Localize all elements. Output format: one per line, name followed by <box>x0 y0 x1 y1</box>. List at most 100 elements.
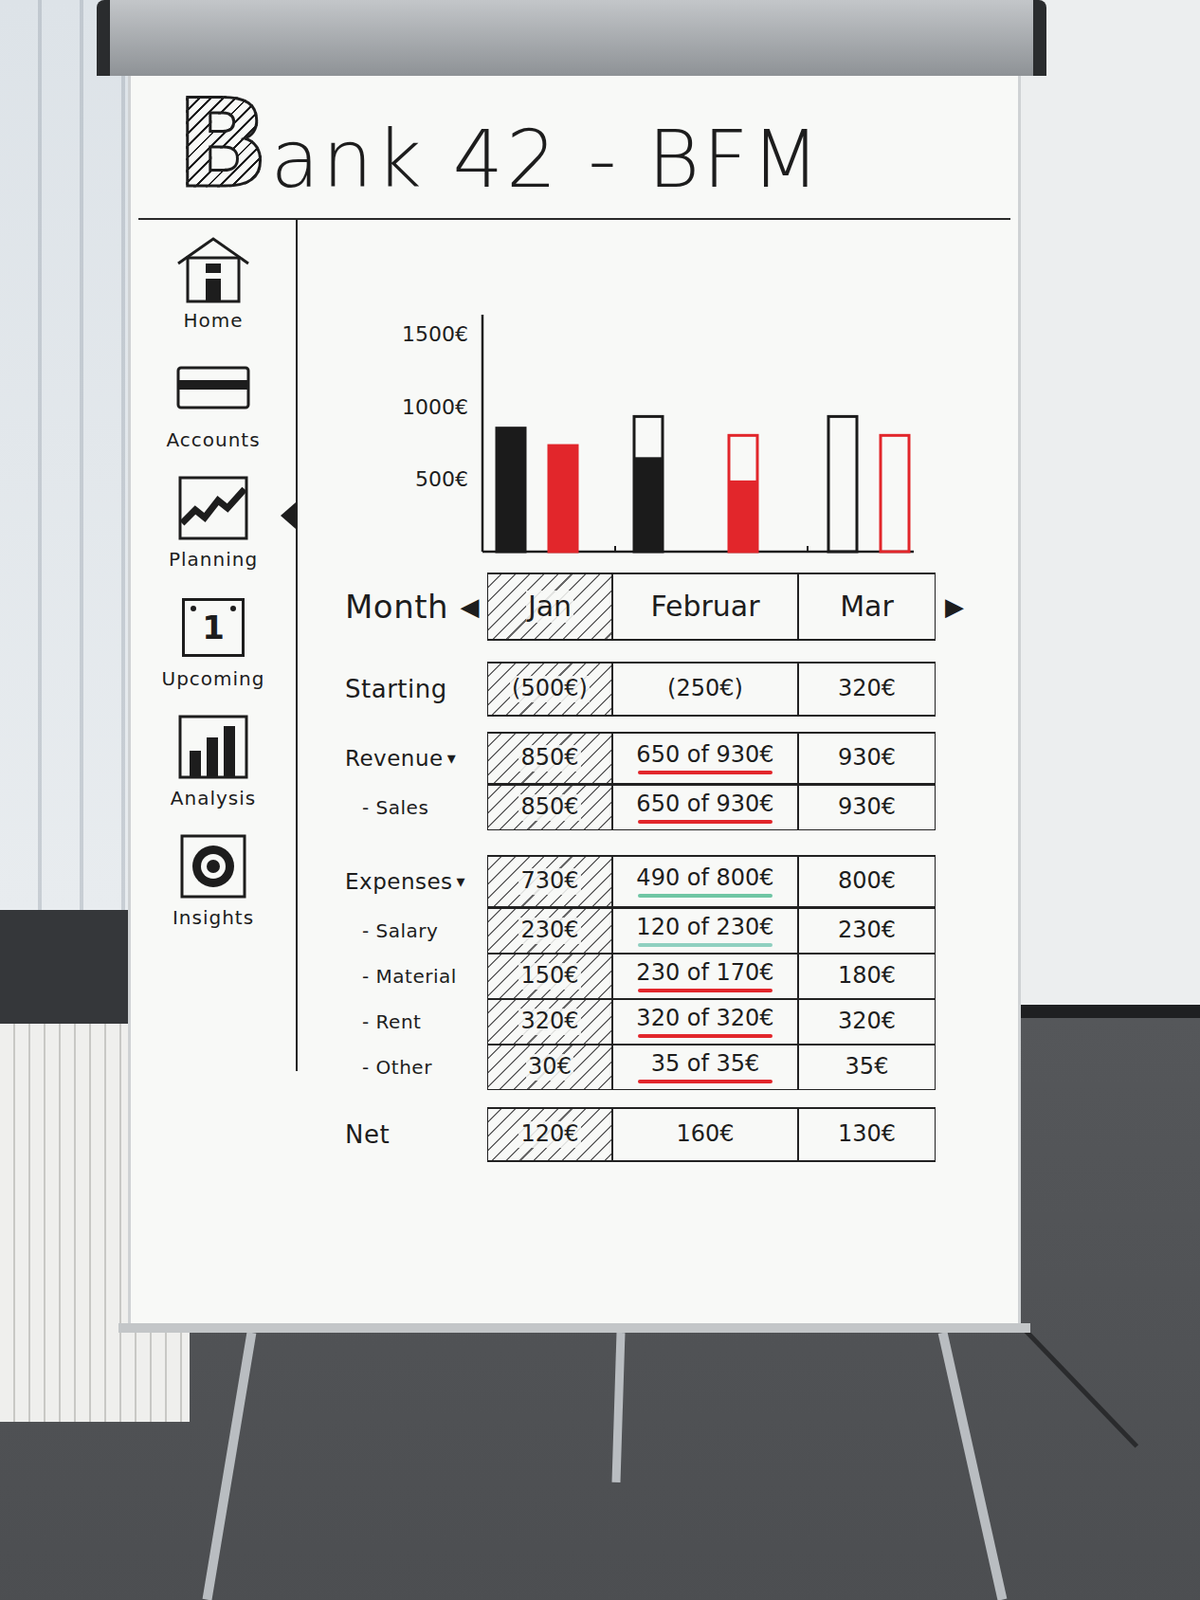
table-row: Starting(500€)(250€)320€ <box>345 661 1019 717</box>
value-cell: 180€ <box>798 953 936 1000</box>
value-cell: 230€ <box>487 908 613 954</box>
previous-month-button[interactable]: ◀ <box>460 594 481 619</box>
progress-underline <box>637 943 773 947</box>
value-cell: 650 of 930€ <box>612 784 799 831</box>
home-icon <box>174 235 253 304</box>
sidebar-label: Planning <box>168 547 258 571</box>
month-cell[interactable]: Februar <box>612 572 799 641</box>
value-cell: 35€ <box>798 1044 936 1091</box>
bar-chart-icon <box>174 712 253 782</box>
value-cell: 130€ <box>798 1107 936 1163</box>
row-group: Expenses▾730€490 of 800€800€- Salary230€… <box>345 854 1019 1091</box>
sidebar: Home Accounts Planning 1 Upcoming Analysis Ins… <box>130 219 298 1072</box>
value-cell: 320€ <box>798 999 936 1045</box>
calendar-icon: 1 <box>181 598 245 657</box>
axis-tick: 500€ <box>415 467 469 491</box>
row-label: - Other <box>345 1044 488 1091</box>
row-group: Starting(500€)(250€)320€ <box>345 661 1019 717</box>
expand-toggle[interactable]: ▾ <box>456 871 467 891</box>
month-row: Month◀JanFebruarMar▶ <box>345 572 1019 641</box>
value-cell: 120 of 230€ <box>612 908 799 954</box>
table-row: Revenue▾850€650 of 930€930€ <box>345 731 1019 785</box>
row-label: Expenses▾ <box>345 854 488 909</box>
row-label: Starting <box>345 661 488 717</box>
sidebar-item[interactable]: Insights <box>130 832 296 929</box>
progress-underline <box>637 819 773 824</box>
row-end <box>935 953 974 1000</box>
sidebar-item[interactable]: Planning <box>130 473 296 571</box>
row-end <box>935 1107 974 1163</box>
row-group: Net120€160€130€ <box>345 1107 1019 1163</box>
value-cell: 730€ <box>487 854 613 909</box>
axis-tick: 1500€ <box>401 322 469 346</box>
planning-panel: 1500€1000€500€Month◀JanFebruarMar▶Starti… <box>297 219 1019 1324</box>
value-cell: (500€) <box>487 661 613 717</box>
budget-table: Month◀JanFebruarMar▶Starting(500€)(250€)… <box>345 572 1019 1163</box>
y-axis <box>481 314 485 552</box>
progress-underline <box>637 1034 773 1038</box>
sidebar-item[interactable]: Accounts <box>130 354 296 452</box>
card-icon <box>174 354 253 423</box>
table-row: Expenses▾730€490 of 800€800€ <box>345 854 1019 909</box>
value-cell: 800€ <box>798 854 936 909</box>
value-cell: 320€ <box>798 661 936 717</box>
row-label: - Material <box>345 953 488 1000</box>
chart-bar <box>496 428 526 552</box>
month-cell[interactable]: Jan <box>487 572 613 641</box>
sidebar-label: Insights <box>172 906 255 929</box>
axis-tick: 1000€ <box>401 395 469 419</box>
table-row: - Salary230€120 of 230€230€ <box>345 908 1019 954</box>
sidebar-item[interactable]: 1 Upcoming <box>130 593 296 691</box>
scene: Bank 42 - BFM Home Accounts Planning 1 Upcomi… <box>0 0 1200 1600</box>
target-icon <box>174 832 253 901</box>
value-cell: 320 of 320€ <box>612 999 799 1045</box>
row-end <box>935 661 974 717</box>
table-row: - Other30€35 of 35€35€ <box>345 1044 1019 1091</box>
row-end <box>935 999 974 1045</box>
chart-bar <box>634 416 663 552</box>
progress-underline <box>637 988 773 993</box>
chart-bar <box>728 435 758 552</box>
sidebar-item[interactable]: Analysis <box>130 712 296 810</box>
flipchart-board: Bank 42 - BFM Home Accounts Planning 1 Upcomi… <box>127 75 1021 1324</box>
table-row: - Material150€230 of 170€180€ <box>345 953 1019 1000</box>
value-cell: 160€ <box>612 1107 799 1163</box>
sidebar-label: Analysis <box>170 786 256 810</box>
row-end <box>935 1044 974 1091</box>
row-end <box>935 731 974 785</box>
chart-bar <box>548 445 578 552</box>
value-cell: 30€ <box>487 1044 613 1091</box>
value-cell: (250€) <box>612 661 799 717</box>
row-end <box>935 908 974 954</box>
chart-bar <box>828 416 857 552</box>
chart-bar <box>880 435 910 552</box>
month-cell[interactable]: Mar <box>798 572 936 641</box>
value-cell: 930€ <box>798 784 936 831</box>
value-cell: 850€ <box>487 784 613 831</box>
value-cell: 230€ <box>798 908 936 954</box>
title-text: ank 42 - BFM <box>271 119 823 200</box>
value-cell: 850€ <box>487 731 613 785</box>
row-label: Revenue▾ <box>345 731 488 785</box>
sidebar-label: Upcoming <box>162 667 266 691</box>
table-row: Net120€160€130€ <box>345 1107 1019 1163</box>
progress-underline <box>637 1079 773 1084</box>
app-body: Home Accounts Planning 1 Upcoming Analysis Ins… <box>130 219 1019 1324</box>
app-title: Bank 42 - BFM <box>138 75 1011 220</box>
sidebar-label: Home <box>182 309 243 332</box>
row-label: - Sales <box>345 784 488 831</box>
axis-mark <box>614 545 617 552</box>
row-label: - Rent <box>345 999 488 1045</box>
row-group: Revenue▾850€650 of 930€930€- Sales850€65… <box>345 731 1019 831</box>
marker-tray <box>118 1323 1031 1333</box>
table-row: - Sales850€650 of 930€930€ <box>345 784 1019 831</box>
value-cell: 650 of 930€ <box>612 731 799 785</box>
expand-toggle[interactable]: ▾ <box>447 747 457 768</box>
next-month-button[interactable]: ▶ <box>945 594 964 619</box>
easel-legs <box>0 1332 1200 1600</box>
row-end <box>935 854 974 909</box>
row-label: - Salary <box>345 908 488 954</box>
value-cell: 35 of 35€ <box>612 1044 799 1091</box>
sidebar-item[interactable]: Home <box>130 235 296 332</box>
row-end: ▶ <box>935 572 974 641</box>
